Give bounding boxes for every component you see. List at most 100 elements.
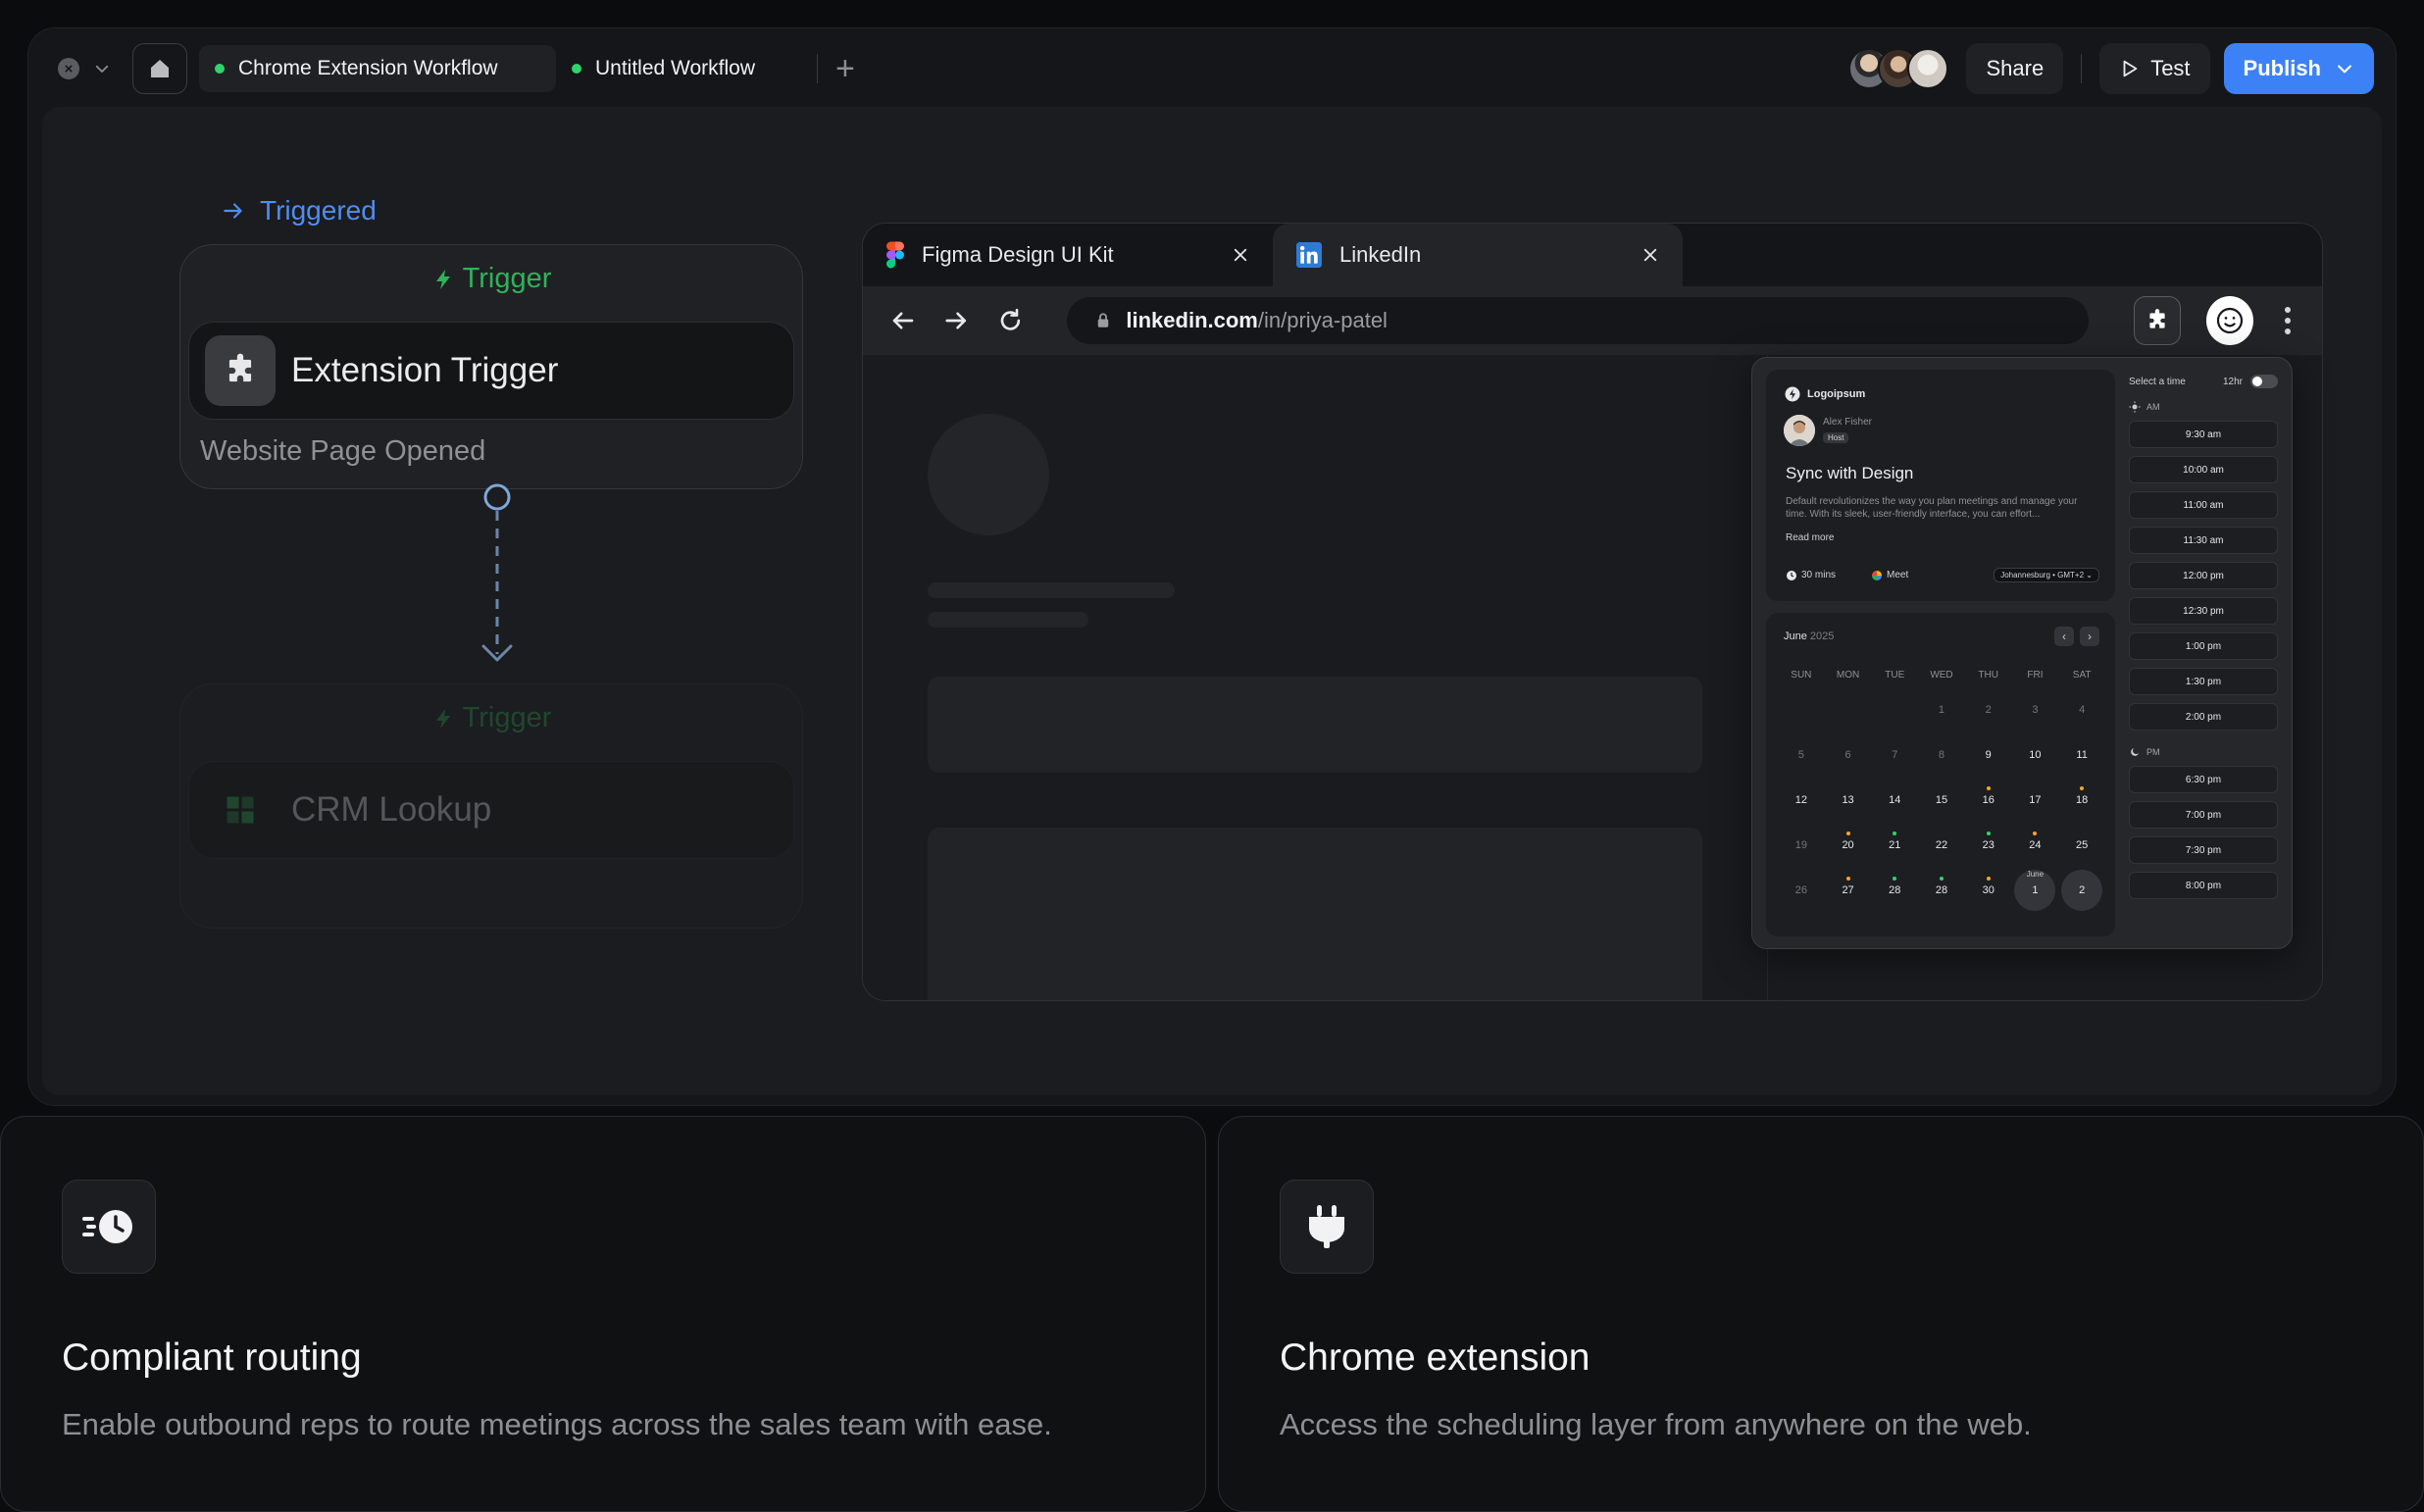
home-button[interactable] xyxy=(132,43,187,94)
connector-line xyxy=(481,483,513,662)
calendar-day[interactable]: 14 xyxy=(1871,778,1918,823)
calendar-month: June 2025 xyxy=(1784,630,1835,642)
close-icon[interactable] xyxy=(1232,246,1249,264)
calendar-day[interactable]: 23 xyxy=(1965,823,2012,868)
day-number: 3 xyxy=(2032,704,2039,716)
calendar-day[interactable]: 3 xyxy=(2012,687,2059,732)
node-type-label: Trigger xyxy=(462,263,552,294)
time-slot-button[interactable]: 8:00 pm xyxy=(2129,872,2278,899)
chevron-down-icon[interactable] xyxy=(93,60,111,77)
browser-tab-linkedin[interactable]: LinkedIn xyxy=(1273,224,1683,286)
extension-button[interactable] xyxy=(2133,296,2182,345)
read-more-link[interactable]: Read more xyxy=(1786,532,1834,543)
calendar-day[interactable]: 21 xyxy=(1871,823,1918,868)
calendar-day[interactable]: 9 xyxy=(1965,732,2012,778)
day-number: 14 xyxy=(1889,794,1901,806)
time-slot-button[interactable]: 6:30 pm xyxy=(2129,766,2278,793)
calendar-day[interactable]: 27 xyxy=(1825,868,1872,913)
back-arrow-icon[interactable] xyxy=(888,306,917,335)
time-slot-button[interactable]: 11:00 am xyxy=(2129,491,2278,519)
tab-label: Untitled Workflow xyxy=(595,57,755,79)
calendar-day[interactable]: 26 xyxy=(1778,868,1825,913)
node-body: Extension Trigger xyxy=(188,322,794,420)
calendar-day[interactable]: 10 xyxy=(2012,732,2059,778)
tab-label: Chrome Extension Workflow xyxy=(238,57,498,79)
time-slot-button[interactable]: 11:30 am xyxy=(2129,527,2278,554)
calendar-day[interactable]: 8 xyxy=(1918,732,1965,778)
time-slot-button[interactable]: 7:00 pm xyxy=(2129,801,2278,829)
calendar-day[interactable]: 17 xyxy=(2012,778,2059,823)
time-slot-button[interactable]: 12:00 pm xyxy=(2129,562,2278,589)
calendar-day[interactable]: 28 xyxy=(1871,868,1918,913)
calendar-day[interactable]: 2 xyxy=(1965,687,2012,732)
test-button[interactable]: Test xyxy=(2099,43,2210,94)
timezone-value: Johannesburg • GMT+2 xyxy=(2000,571,2085,580)
calendar-day[interactable]: 28 xyxy=(1918,868,1965,913)
time-slot-button[interactable]: 7:30 pm xyxy=(2129,836,2278,864)
calendar-day[interactable]: 1 xyxy=(1918,687,1965,732)
calendar-day[interactable]: 13 xyxy=(1825,778,1872,823)
calendar-day[interactable]: 30 xyxy=(1965,868,2012,913)
time-slot-button[interactable]: 9:30 am xyxy=(2129,421,2278,448)
calendar-grid: SUN MON TUE WED THU FRI SAT 1 2 3 4 5 6 7 8 9 10 11 12 13 14… xyxy=(1778,662,2105,913)
calendar-day[interactable]: 25 xyxy=(2058,823,2105,868)
availability-dot xyxy=(1845,832,1850,835)
reload-icon[interactable] xyxy=(996,306,1025,335)
extension-trigger-node[interactable]: Trigger Extension Trigger Website Page O… xyxy=(179,244,803,489)
calendar-day[interactable]: 7 xyxy=(1871,732,1918,778)
calendar-day[interactable]: 4 xyxy=(2058,687,2105,732)
close-icon[interactable]: × xyxy=(58,58,79,79)
card-description: Access the scheduling layer from anywher… xyxy=(1280,1407,2032,1441)
format-toggle[interactable] xyxy=(2250,375,2278,388)
timezone-select[interactable]: Johannesburg • GMT+2 ⌄ xyxy=(1994,568,2099,582)
day-number: 10 xyxy=(2029,749,2042,761)
pm-slot-list: 6:30 pm 7:00 pm 7:30 pm 8:00 pm xyxy=(2129,766,2278,899)
crm-lookup-node[interactable]: Trigger CRM Lookup xyxy=(179,683,803,929)
calendar-day[interactable]: 6 xyxy=(1825,732,1872,778)
calendar-day[interactable]: 5 xyxy=(1778,732,1825,778)
calendar-day[interactable]: 2 xyxy=(2058,868,2105,913)
day-number: 13 xyxy=(1842,794,1854,806)
duration: 30 mins xyxy=(1801,570,1837,580)
calendar-day[interactable]: 24 xyxy=(2012,823,2059,868)
select-time-label: Select a time xyxy=(2129,376,2186,387)
profile-button[interactable] xyxy=(2206,296,2254,345)
calendar-day[interactable]: June 1 xyxy=(2012,868,2059,913)
calendar-day[interactable]: 15 xyxy=(1918,778,1965,823)
add-tab-button[interactable]: + xyxy=(835,52,855,85)
availability-dot xyxy=(1986,832,1991,835)
calendar-day[interactable]: 22 xyxy=(1918,823,1965,868)
calendar-day[interactable]: 19 xyxy=(1778,823,1825,868)
next-month-button[interactable]: › xyxy=(2080,627,2099,646)
event-details: Logoipsum Alex Fisher Host Sync with Des… xyxy=(1766,370,2115,601)
calendar-day[interactable]: 20 xyxy=(1825,823,1872,868)
collaborator-avatars[interactable] xyxy=(1848,48,1949,89)
time-slot-button[interactable]: 10:00 am xyxy=(2129,456,2278,483)
publish-button[interactable]: Publish xyxy=(2223,43,2374,94)
next-month-label: June xyxy=(2026,870,2045,879)
figma-icon xyxy=(886,241,904,269)
address-bar[interactable]: linkedin.com/in/priya-patel xyxy=(1067,297,2089,344)
prev-month-button[interactable]: ‹ xyxy=(2054,627,2074,646)
chevron-down-icon xyxy=(2338,65,2351,74)
share-button[interactable]: Share xyxy=(1966,43,2064,94)
calendar-day[interactable]: 16 xyxy=(1965,778,2012,823)
day-number: 9 xyxy=(1985,749,1992,761)
kebab-menu-icon[interactable] xyxy=(2279,307,2297,334)
weekday-label: FRI xyxy=(2027,669,2044,680)
tab-chrome-extension-workflow[interactable]: Chrome Extension Workflow xyxy=(199,45,556,92)
day-number: 12 xyxy=(1794,794,1807,806)
calendar-day[interactable]: 18 xyxy=(2058,778,2105,823)
forward-arrow-icon[interactable] xyxy=(942,306,971,335)
calendar-day[interactable]: 11 xyxy=(2058,732,2105,778)
calendar-day[interactable]: 12 xyxy=(1778,778,1825,823)
host-name: Alex Fisher xyxy=(1823,416,1873,428)
time-slot-button[interactable]: 12:30 pm xyxy=(2129,597,2278,625)
close-icon[interactable] xyxy=(1641,246,1659,264)
time-slot-button[interactable]: 2:00 pm xyxy=(2129,703,2278,731)
tab-untitled-workflow[interactable]: Untitled Workflow xyxy=(556,45,811,92)
time-slot-button[interactable]: 1:30 pm xyxy=(2129,668,2278,695)
browser-toolbar: linkedin.com/in/priya-patel xyxy=(863,286,2322,355)
browser-tab-figma[interactable]: Figma Design UI Kit xyxy=(863,224,1273,286)
time-slot-button[interactable]: 1:00 pm xyxy=(2129,632,2278,660)
